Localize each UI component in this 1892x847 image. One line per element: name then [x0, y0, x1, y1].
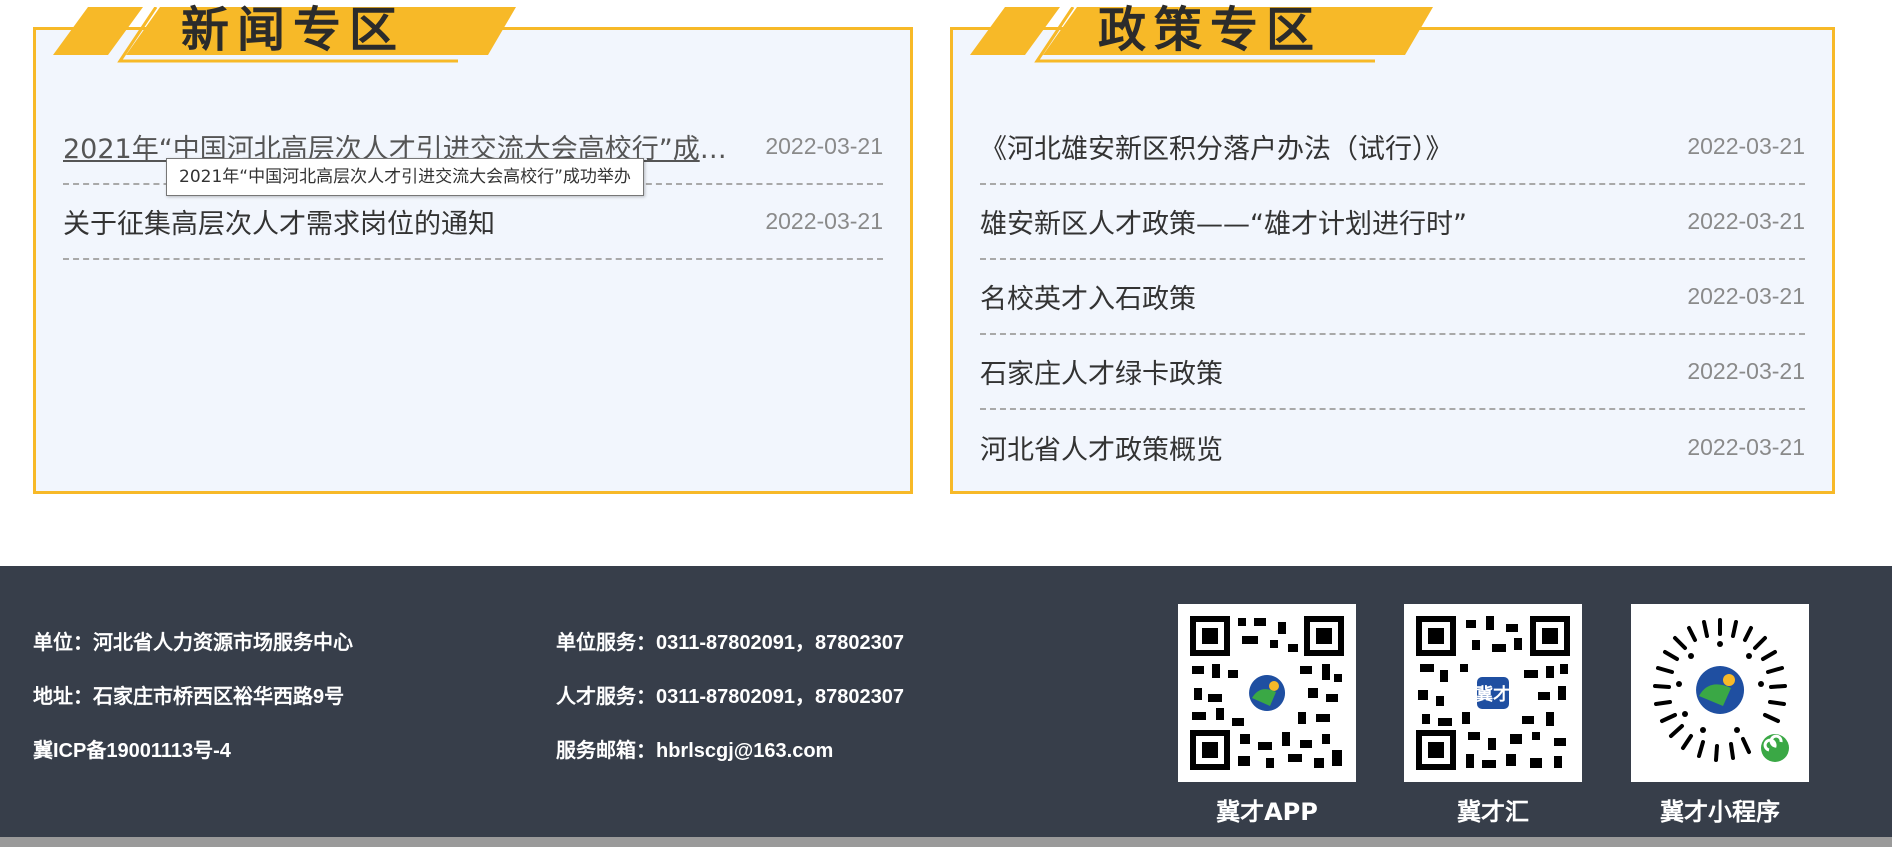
policy-item-date: 2022-03-21 [1687, 358, 1805, 384]
policy-item-title[interactable]: 雄安新区人才政策——“雄才计划进行时” [980, 202, 1467, 241]
qr-label: 冀才APP [1216, 798, 1318, 826]
news-item-date: 2022-03-21 [765, 208, 883, 234]
policy-item-date: 2022-03-21 [1687, 434, 1805, 460]
qr-mini-program: 冀才小程序 [1631, 604, 1809, 827]
policy-item-date: 2022-03-21 [1687, 283, 1805, 309]
footer-bottom-bar [0, 837, 1892, 847]
policy-panel-title: 政策专区 [1097, 2, 1322, 58]
footer-unit-service: 单位服务：0311-87802091，87802307 [556, 632, 905, 654]
footer-contact-middle: 单位服务：0311-87802091，87802307 人才服务：0311-87… [556, 628, 904, 790]
policy-item-title[interactable]: 名校英才入石政策 [980, 277, 1196, 316]
qr-app: 冀才APP [1178, 604, 1356, 827]
list-item[interactable]: 名校英才入石政策 2022-03-21 [980, 260, 1805, 335]
news-item-date: 2022-03-21 [765, 133, 883, 159]
footer-unit: 单位：河北省人力资源市场服务中心 [33, 632, 353, 654]
footer-icp-link[interactable]: 冀ICP备19001113号-4 [33, 736, 353, 790]
qr-label: 冀才汇 [1457, 798, 1529, 826]
hover-tooltip: 2021年“中国河北高层次人才引进交流大会高校行”成功举办 [166, 158, 644, 196]
list-item[interactable]: 关于征集高层次人才需求岗位的通知 2022-03-21 [63, 185, 883, 260]
qr-code-icon [1178, 604, 1356, 782]
news-panel-header: 新闻专区 [48, 2, 528, 82]
policy-item-title[interactable]: 石家庄人才绿卡政策 [980, 352, 1223, 391]
list-item[interactable]: 石家庄人才绿卡政策 2022-03-21 [980, 335, 1805, 410]
svg-text:冀才: 冀才 [1476, 684, 1510, 705]
list-item[interactable]: 《河北雄安新区积分落户办法（试行）》 2022-03-21 [980, 110, 1805, 185]
footer-email: 服务邮箱：hbrlscgj@163.com [556, 740, 834, 762]
list-item[interactable]: 雄安新区人才政策——“雄才计划进行时” 2022-03-21 [980, 185, 1805, 260]
qr-label: 冀才小程序 [1660, 798, 1780, 826]
news-panel-title: 新闻专区 [180, 2, 405, 58]
policy-item-date: 2022-03-21 [1687, 208, 1805, 234]
policy-item-date: 2022-03-21 [1687, 133, 1805, 159]
footer-address: 地址：石家庄市桥西区裕华西路9号 [33, 686, 345, 708]
qr-hui: 冀才 冀才汇 [1404, 604, 1582, 827]
footer-talent-service: 人才服务：0311-87802091，87802307 [556, 686, 905, 708]
policy-item-title[interactable]: 河北省人才政策概览 [980, 428, 1223, 467]
news-panel: 新闻专区 2021年“中国河北高层次人才引进交流大会高校行”成功举办 2022-… [33, 4, 913, 494]
footer-contact-left: 单位：河北省人力资源市场服务中心 地址：石家庄市桥西区裕华西路9号 冀ICP备1… [33, 628, 353, 790]
news-item-title[interactable]: 关于征集高层次人才需求岗位的通知 [63, 202, 495, 241]
list-item[interactable]: 河北省人才政策概览 2022-03-21 [980, 410, 1805, 485]
policy-list: 《河北雄安新区积分落户办法（试行）》 2022-03-21 雄安新区人才政策——… [980, 110, 1805, 485]
mini-program-code-icon [1631, 604, 1809, 782]
site-footer: 单位：河北省人力资源市场服务中心 地址：石家庄市桥西区裕华西路9号 冀ICP备1… [0, 566, 1892, 847]
policy-panel: 政策专区 《河北雄安新区积分落户办法（试行）》 2022-03-21 雄安新区人… [950, 4, 1835, 494]
qr-code-icon: 冀才 [1404, 604, 1582, 782]
policy-panel-header: 政策专区 [965, 2, 1445, 82]
policy-item-title[interactable]: 《河北雄安新区积分落户办法（试行）》 [980, 127, 1453, 166]
